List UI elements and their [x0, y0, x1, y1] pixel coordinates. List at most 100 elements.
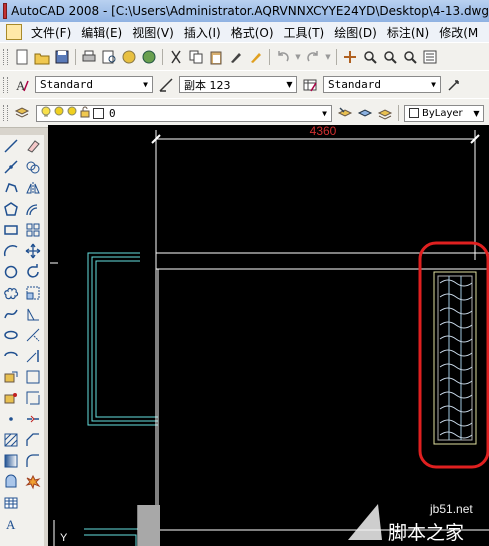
menu-dimension[interactable]: 标注(N)	[382, 24, 434, 41]
3d-dwf-icon[interactable]	[140, 48, 158, 66]
erase-icon[interactable]	[24, 136, 42, 155]
array-icon[interactable]	[24, 220, 42, 239]
match-properties-icon[interactable]	[227, 48, 245, 66]
make-object-layer-current-icon[interactable]	[336, 104, 354, 122]
text-style-select[interactable]: Standard ▼	[35, 76, 153, 93]
spline-icon[interactable]	[2, 304, 20, 323]
plot-preview-icon[interactable]	[100, 48, 118, 66]
new-file-icon[interactable]	[13, 48, 31, 66]
trim-icon[interactable]	[24, 325, 42, 344]
zoom-window-icon[interactable]	[381, 48, 399, 66]
table-style-select[interactable]: Standard ▼	[323, 76, 441, 93]
document-icon[interactable]	[6, 24, 22, 40]
toolbar-grip[interactable]	[3, 76, 8, 93]
construction-line-icon[interactable]	[2, 157, 20, 176]
properties-icon[interactable]	[421, 48, 439, 66]
layers-toolbar: 0 ▼ ByLayer ▼	[0, 98, 489, 128]
zoom-previous-icon[interactable]	[401, 48, 419, 66]
toolbar-grip[interactable]	[3, 105, 8, 121]
layer-select[interactable]: 0 ▼	[36, 104, 332, 122]
autocad-app-icon[interactable]	[3, 3, 8, 19]
layer-viewport-thaw-icon[interactable]	[67, 106, 78, 120]
line-icon[interactable]	[2, 136, 20, 155]
extend-icon[interactable]	[24, 346, 42, 365]
chevron-down-icon: ▼	[431, 80, 436, 89]
pan-icon[interactable]	[341, 48, 359, 66]
dimension-style-icon[interactable]	[157, 76, 175, 94]
menu-draw[interactable]: 绘图(D)	[329, 24, 382, 41]
dimension-lines	[151, 130, 480, 260]
menu-insert[interactable]: 插入(I)	[179, 24, 226, 41]
layer-on-icon[interactable]	[41, 106, 52, 121]
color-control-select[interactable]: ByLayer ▼	[404, 104, 484, 122]
layer-states-icon[interactable]	[376, 104, 394, 122]
text-style-icon[interactable]: A	[13, 76, 31, 94]
cyan-wall-frame	[84, 252, 158, 546]
text-style-value: Standard	[40, 78, 93, 91]
save-icon[interactable]	[53, 48, 71, 66]
undo-icon[interactable]	[274, 48, 292, 66]
layer-color-swatch[interactable]	[93, 107, 104, 119]
menu-view[interactable]: 视图(V)	[127, 24, 179, 41]
copy-object-icon[interactable]	[24, 157, 42, 176]
hatch-icon[interactable]	[2, 430, 20, 449]
table-style-value: Standard	[328, 78, 381, 91]
insert-block-icon[interactable]	[2, 367, 20, 386]
revision-cloud-icon[interactable]	[2, 283, 20, 302]
chamfer-icon[interactable]	[24, 430, 42, 449]
table-icon[interactable]	[2, 493, 20, 512]
drawing-geometry[interactable]: Y	[48, 125, 489, 546]
offset-icon[interactable]	[24, 199, 42, 218]
chevron-down-icon: ▼	[473, 108, 480, 118]
menu-tools[interactable]: 工具(T)	[279, 24, 330, 41]
cut-icon[interactable]	[167, 48, 185, 66]
layer-unlock-icon[interactable]	[80, 106, 91, 121]
make-block-icon[interactable]	[2, 388, 20, 407]
join-icon[interactable]	[24, 409, 42, 428]
circle-icon[interactable]	[2, 262, 20, 281]
open-file-icon[interactable]	[33, 48, 51, 66]
break-at-point-icon[interactable]	[24, 367, 42, 386]
point-icon[interactable]	[2, 409, 20, 428]
polygon-icon[interactable]	[2, 199, 20, 218]
ellipse-icon[interactable]	[2, 325, 20, 344]
polyline-icon[interactable]	[2, 178, 20, 197]
menu-format[interactable]: 格式(O)	[226, 24, 279, 41]
menu-modify[interactable]: 修改(M	[434, 24, 483, 41]
block-editor-icon[interactable]	[247, 48, 265, 66]
ellipse-arc-icon[interactable]	[2, 346, 20, 365]
region-icon[interactable]	[2, 472, 20, 491]
multileader-style-icon[interactable]	[445, 76, 463, 94]
gradient-icon[interactable]	[2, 451, 20, 470]
dimension-style-select[interactable]: 副本 123 ▼	[179, 76, 297, 93]
menu-file[interactable]: 文件(F)	[26, 24, 76, 41]
fillet-icon[interactable]	[24, 451, 42, 470]
scale-icon[interactable]	[24, 283, 42, 302]
undo-dropdown-icon[interactable]: ▼	[294, 48, 302, 66]
multiline-text-icon[interactable]: A	[2, 514, 20, 533]
redo-dropdown-icon[interactable]: ▼	[324, 48, 332, 66]
publish-icon[interactable]	[120, 48, 138, 66]
toolbar-grip[interactable]	[3, 48, 8, 65]
move-icon[interactable]	[24, 241, 42, 260]
paste-icon[interactable]	[207, 48, 225, 66]
break-icon[interactable]	[24, 388, 42, 407]
zoom-realtime-icon[interactable]	[361, 48, 379, 66]
mirror-icon[interactable]	[24, 178, 42, 197]
stretch-icon[interactable]	[24, 304, 42, 323]
layer-properties-manager-icon[interactable]	[13, 104, 31, 122]
arc-icon[interactable]	[2, 241, 20, 260]
copy-icon[interactable]	[187, 48, 205, 66]
print-icon[interactable]	[80, 48, 98, 66]
dimension-text[interactable]: 4360	[298, 124, 348, 138]
redo-icon[interactable]	[304, 48, 322, 66]
layer-previous-icon[interactable]	[356, 104, 374, 122]
layer-thaw-icon[interactable]	[54, 106, 65, 120]
rectangle-icon[interactable]	[2, 220, 20, 239]
drawing-canvas[interactable]: Y	[48, 125, 489, 546]
explode-icon[interactable]	[24, 472, 42, 491]
table-style-icon[interactable]	[301, 76, 319, 94]
menu-edit[interactable]: 编辑(E)	[76, 24, 127, 41]
rotate-icon[interactable]	[24, 262, 42, 281]
window-title: AutoCAD 2008 - [C:\Users\Administrator.A…	[11, 4, 489, 18]
